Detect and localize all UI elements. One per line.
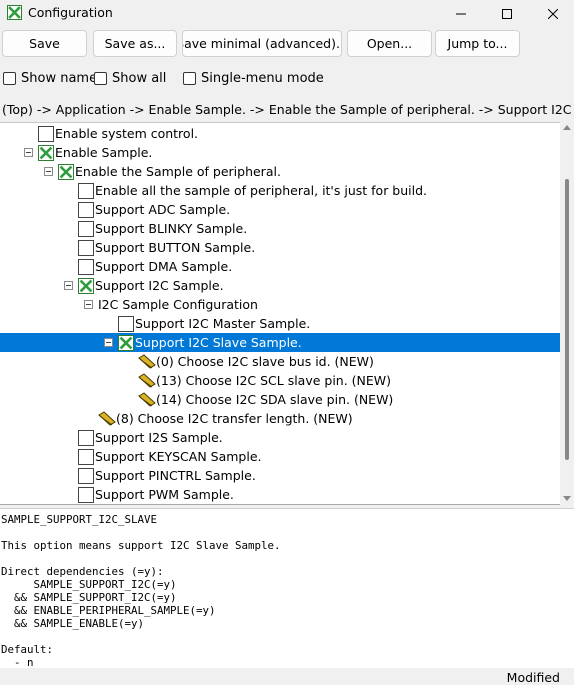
collapse-toggle-icon[interactable] — [24, 148, 33, 157]
show-all-box[interactable] — [94, 71, 107, 85]
tree-item-label: (0) Choose I2C slave bus id. (NEW) — [156, 354, 374, 369]
show-name-box[interactable] — [3, 71, 16, 85]
pencil-icon — [138, 354, 156, 369]
tree-row[interactable]: Support ADC Sample. — [0, 200, 560, 219]
collapse-toggle-icon[interactable] — [84, 300, 93, 309]
maximize-icon — [502, 8, 512, 19]
tree-item-label: Enable all the sample of peripheral, it'… — [95, 183, 428, 198]
app-icon — [7, 5, 22, 20]
status-bar: Modified — [0, 668, 574, 685]
tree-row[interactable]: Enable system control. — [0, 124, 560, 143]
checkbox[interactable] — [78, 183, 94, 199]
checkbox[interactable] — [78, 449, 94, 465]
scroll-up-icon[interactable] — [563, 125, 571, 130]
tree-item-label: Support ADC Sample. — [95, 202, 231, 217]
tree-row[interactable]: I2C Sample Configuration — [0, 295, 560, 314]
tree-row[interactable]: Support PINCTRL Sample. — [0, 466, 560, 485]
jump-to-button[interactable]: Jump to... — [435, 30, 520, 57]
tree-row[interactable]: Support I2S Sample. — [0, 428, 560, 447]
window-title: Configuration — [28, 5, 113, 20]
single-menu-mode-checkbox[interactable]: Single-menu mode — [183, 68, 324, 88]
pencil-icon — [138, 373, 156, 388]
checkbox[interactable] — [78, 468, 94, 484]
tree-item-label: Support PWM Sample. — [95, 487, 234, 502]
checkbox[interactable] — [78, 221, 94, 237]
collapse-toggle-icon[interactable] — [64, 281, 73, 290]
tree-row[interactable]: Enable all the sample of peripheral, it'… — [0, 181, 560, 200]
tree-scrollbar[interactable] — [560, 122, 574, 505]
tree-item-label: (14) Choose I2C SDA slave pin. (NEW) — [156, 392, 394, 407]
tree-item-label: I2C Sample Configuration — [98, 297, 258, 312]
checked-box-icon[interactable] — [118, 335, 134, 351]
save-minimal-button[interactable]: Save minimal (advanced)... — [182, 30, 342, 57]
tree-item-label: (8) Choose I2C transfer length. (NEW) — [116, 411, 353, 426]
tree-item-label: Support I2C Slave Sample. — [135, 335, 302, 350]
single-menu-mode-box[interactable] — [183, 71, 196, 85]
tree-item-label: Enable the Sample of peripheral. — [75, 164, 281, 179]
tree-row[interactable]: Support KEYSCAN Sample. — [0, 447, 560, 466]
checkbox[interactable] — [78, 202, 94, 218]
tree-item-label: Support KEYSCAN Sample. — [95, 449, 262, 464]
scroll-thumb[interactable] — [565, 179, 569, 460]
tree-row[interactable]: (8) Choose I2C transfer length. (NEW) — [0, 409, 560, 428]
collapse-toggle-icon[interactable] — [44, 167, 53, 176]
help-panel: SAMPLE_SUPPORT_I2C_SLAVE This option mea… — [0, 508, 574, 668]
save-button[interactable]: Save — [2, 30, 87, 57]
tree-row[interactable]: Enable Sample. — [0, 143, 560, 162]
checkbox[interactable] — [118, 316, 134, 332]
checkbox[interactable] — [78, 259, 94, 275]
single-menu-mode-label: Single-menu mode — [201, 70, 324, 86]
checkbox[interactable] — [78, 430, 94, 446]
tree-row[interactable]: Support I2C Sample. — [0, 276, 560, 295]
checkbox[interactable] — [78, 487, 94, 503]
tree-item-label: Support DMA Sample. — [95, 259, 233, 274]
checkbox[interactable] — [38, 126, 54, 142]
tree-row[interactable]: Support I2C Slave Sample. — [0, 333, 560, 352]
show-all-label: Show all — [112, 70, 167, 86]
close-icon — [548, 8, 558, 19]
tree-row[interactable]: Support I2C Master Sample. — [0, 314, 560, 333]
maximize-button[interactable] — [484, 0, 530, 27]
title-bar: Configuration — [0, 0, 574, 27]
tree-item-label: Support BUTTON Sample. — [95, 240, 256, 255]
close-button[interactable] — [530, 0, 574, 27]
checked-box-icon[interactable] — [78, 278, 94, 294]
collapse-toggle-icon[interactable] — [104, 338, 113, 347]
tree-row[interactable]: Support BUTTON Sample. — [0, 238, 560, 257]
tree-item-label: Enable Sample. — [55, 145, 153, 160]
pencil-icon — [98, 411, 116, 426]
show-all-checkbox[interactable]: Show all — [94, 68, 166, 88]
show-name-label: Show name — [21, 70, 98, 86]
pencil-icon — [138, 392, 156, 407]
show-name-checkbox[interactable]: Show name — [3, 68, 97, 88]
tree-item-label: (13) Choose I2C SCL slave pin. (NEW) — [156, 373, 392, 388]
tree-item-label: Support I2C Master Sample. — [135, 316, 311, 331]
tree-item-label: Support I2C Sample. — [95, 278, 224, 293]
breadcrumb: (Top) -> Application -> Enable Sample. -… — [2, 102, 574, 117]
tree-item-label: Support PINCTRL Sample. — [95, 468, 256, 483]
tree-item-label: Support I2S Sample. — [95, 430, 223, 445]
view-options: Show name Show all Single-menu mode — [0, 68, 574, 88]
scroll-down-icon[interactable] — [563, 496, 571, 501]
config-tree[interactable]: Enable system control. Enable Sample. Enab… — [0, 122, 560, 505]
minimize-icon — [456, 13, 466, 14]
tree-row[interactable]: Support PWM Sample. — [0, 485, 560, 504]
tree-row[interactable]: (0) Choose I2C slave bus id. (NEW) — [0, 352, 560, 371]
tree-item-label: Support BLINKY Sample. — [95, 221, 248, 236]
tree-row[interactable]: Support BLINKY Sample. — [0, 219, 560, 238]
tree-row[interactable]: (14) Choose I2C SDA slave pin. (NEW) — [0, 390, 560, 409]
checked-box-icon[interactable] — [58, 164, 74, 180]
checkbox[interactable] — [78, 240, 94, 256]
status-text: Modified — [506, 670, 560, 685]
save-as-button[interactable]: Save as... — [93, 30, 177, 57]
tree-row[interactable]: (13) Choose I2C SCL slave pin. (NEW) — [0, 371, 560, 390]
open-button[interactable]: Open... — [347, 30, 432, 57]
help-text: SAMPLE_SUPPORT_I2C_SLAVE This option mea… — [1, 513, 281, 668]
toolbar: Save Save as... Save minimal (advanced).… — [0, 30, 574, 58]
tree-item-label: Enable system control. — [55, 126, 199, 141]
tree-row[interactable]: Enable the Sample of peripheral. — [0, 162, 560, 181]
minimize-button[interactable] — [438, 0, 484, 27]
tree-row[interactable]: Support DMA Sample. — [0, 257, 560, 276]
checked-box-icon[interactable] — [38, 145, 54, 161]
